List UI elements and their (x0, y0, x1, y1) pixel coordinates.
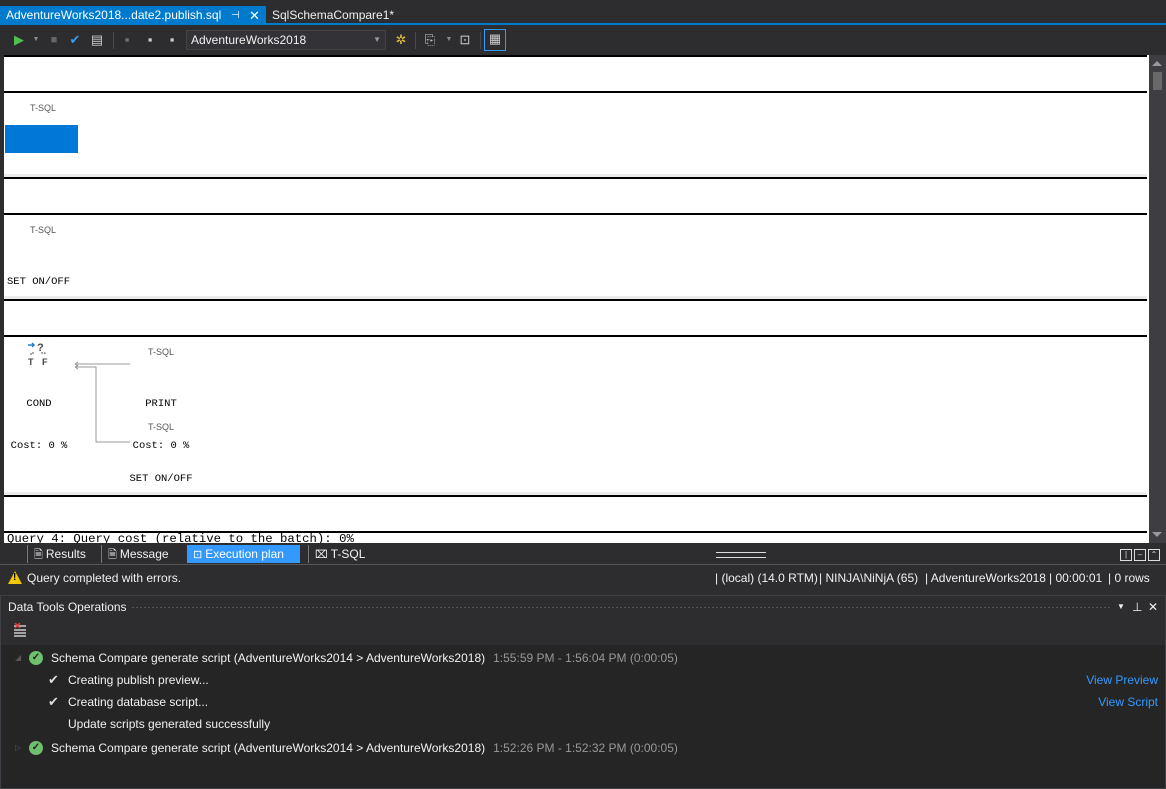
query-status-bar: ! Query completed with errors. | (local)… (0, 566, 1166, 590)
pin-icon[interactable]: ⊣ (231, 6, 240, 25)
scroll-down-icon[interactable] (1152, 532, 1162, 537)
view-script-link[interactable]: View Script (1098, 691, 1158, 713)
scroll-up-icon[interactable] (1152, 61, 1162, 66)
tab-execution-plan[interactable]: ⊡ Execution plan (187, 545, 300, 563)
query-plan-body: T-SQL SET ON/OFF Cost: 0 % (4, 93, 1147, 208)
query-plan-body: ? T F COND Cost: 0 % T-SQL PRINT Cost: 0… (4, 337, 1147, 527)
clear-all-icon[interactable] (13, 623, 27, 637)
query-header: Query 1: Query cost (relative to the bat… (4, 55, 1147, 157)
document-tab-strip: AdventureWorks2018...date2.publish.sql ⊣… (0, 0, 1166, 25)
tsql-node-icon: T-SQL (30, 103, 57, 113)
sql-editor-toolbar: ▶ ▼ ■ ✔ ▤ ▪ ▪ ▪ AdventureWorks2018 ▼ ✲ ⎘… (0, 28, 1166, 53)
node-operator: SET ON/OFF (129, 473, 193, 485)
query-header: Query 4: Query cost (relative to the bat… (4, 495, 1147, 543)
tab-schema-compare[interactable]: SqlSchemaCompare1* (266, 6, 400, 25)
panel-title: Data Tools Operations (8, 600, 127, 614)
operation-row[interactable]: ▷ ✓ Schema Compare generate script (Adve… (1, 737, 1165, 759)
tsql-node-icon: T-SQL (148, 422, 175, 432)
success-icon: ✓ (29, 651, 43, 665)
disconnect-icon[interactable]: ▪ (118, 31, 136, 49)
query-header: Query 3: Query cost (relative to the bat… (4, 299, 1147, 401)
query-plan-body: T-SQL SET ON/OFF Cost: 0 % (4, 215, 1147, 330)
new-query-icon[interactable]: ✲ (392, 31, 410, 49)
dropdown-icon[interactable]: ▼ (27, 31, 45, 49)
message-icon: 🗎 (108, 549, 117, 561)
results-pane-toggle-icon[interactable]: ▦ (484, 29, 506, 51)
stop-icon[interactable]: ■ (45, 31, 63, 49)
status-elapsed: | 00:00:01 (1049, 571, 1103, 585)
close-icon[interactable]: ✕ (249, 6, 260, 25)
display-estimated-plan-icon[interactable]: ▤ (88, 31, 106, 49)
window-position-dropdown-icon[interactable]: ▼ (1117, 596, 1125, 618)
operation-step: ✔ Creating database script... View Scrip… (1, 691, 1165, 713)
toggle-results-icon[interactable]: ⌃ (1148, 549, 1160, 561)
plan-node-set-on-off[interactable]: SET ON/OFF Cost: 0 % (5, 125, 78, 208)
execute-icon[interactable]: ▶ (10, 31, 28, 49)
plan-connector-lines (74, 361, 130, 443)
operation-time: 1:52:26 PM - 1:52:32 PM (0:00:05) (493, 741, 678, 755)
execution-plan-icon: ⊡ (193, 549, 203, 561)
node-cost: Cost: 0 % (10, 440, 68, 452)
svg-text:T: T (28, 357, 34, 367)
operation-time: 1:55:59 PM - 1:56:04 PM (0:00:05) (493, 651, 678, 665)
connect-icon[interactable]: ▪ (141, 31, 159, 49)
status-user: | NINJA\NiNjA (65) (819, 571, 919, 585)
expand-icon[interactable]: ▷ (15, 737, 21, 759)
view-preview-link[interactable]: View Preview (1086, 669, 1158, 691)
status-message: Query completed with errors. (27, 571, 182, 585)
tab-results[interactable]: 🗎 Results (27, 545, 91, 563)
chevron-down-icon: ▼ (373, 35, 381, 44)
open-file-icon[interactable]: ⎘ (421, 31, 439, 49)
scrollbar-thumb[interactable] (1153, 72, 1162, 90)
close-icon[interactable]: ✕ (1148, 596, 1158, 618)
operation-row[interactable]: ◢ ✓ Schema Compare generate script (Adve… (1, 647, 1165, 669)
node-operator: COND (26, 398, 52, 410)
tab-label: SqlSchemaCompare1* (272, 8, 395, 22)
success-icon: ✓ (29, 741, 43, 755)
change-connection-icon[interactable]: ▪ (163, 31, 181, 49)
tsql-icon: ⌧ (315, 549, 328, 561)
query-header: Query 2: Query cost (relative to the bat… (4, 177, 1147, 279)
status-rows: | 0 rows (1108, 571, 1150, 585)
execution-plan-pane: Query 1: Query cost (relative to the bat… (4, 55, 1149, 543)
collapse-icon[interactable]: ◢ (15, 647, 21, 669)
node-operator: SET ON/OFF (7, 276, 71, 288)
svg-text:?: ? (37, 342, 44, 354)
grid-icon: 🗎 (34, 549, 43, 561)
panel-toolbar (1, 618, 1165, 645)
tsql-node-icon: T-SQL (148, 347, 175, 357)
checkmark-icon: ✔ (48, 694, 59, 709)
database-select[interactable]: AdventureWorks2018 ▼ (186, 30, 386, 50)
parse-check-icon[interactable]: ✔ (66, 31, 84, 49)
tab-tsql[interactable]: ⌧ T-SQL (308, 545, 378, 563)
status-server: | (local) (14.0 RTM) (715, 571, 818, 585)
plan-node-cond[interactable]: COND Cost: 0 % (6, 369, 72, 481)
status-database: | AdventureWorks2018 (925, 571, 1046, 585)
tsql-node-icon: T-SQL (30, 225, 57, 235)
plan-vertical-scrollbar[interactable] (1149, 55, 1166, 543)
node-operator: PRINT (145, 398, 177, 410)
tab-message[interactable]: 🗎 Message (101, 545, 177, 563)
operation-step: Update scripts generated successfully (68, 717, 271, 731)
include-actual-plan-icon[interactable]: ⊡ (456, 31, 474, 49)
pane-splitter-handle[interactable] (716, 552, 766, 558)
data-tools-operations-panel: Data Tools Operations ▼ ⊥ ✕ ◢ ✓ Schema C… (0, 595, 1166, 789)
node-operator: SET ON/OFF (9, 154, 73, 166)
condition-icon: ? T F (28, 342, 48, 367)
tab-publish-sql[interactable]: AdventureWorks2018...date2.publish.sql ⊣… (0, 6, 266, 25)
panel-title-bar: Data Tools Operations ▼ ⊥ ✕ (1, 596, 1165, 618)
split-horizontal-icon[interactable]: – (1134, 549, 1146, 561)
checkmark-icon: ✔ (48, 672, 59, 687)
database-select-value: AdventureWorks2018 (191, 33, 307, 47)
split-vertical-icon[interactable]: | (1120, 549, 1132, 561)
query-cost-text: Query 4: Query cost (relative to the bat… (7, 532, 354, 543)
tab-label: AdventureWorks2018...date2.publish.sql (6, 8, 222, 22)
svg-text:F: F (42, 357, 48, 367)
results-tab-strip: 🗎 Results 🗎 Message ⊡ Execution plan ⌧ T-SQL (0, 543, 1166, 565)
operation-step: ✔ Creating publish preview... View Previ… (1, 669, 1165, 691)
pin-icon[interactable]: ⊥ (1132, 596, 1142, 618)
